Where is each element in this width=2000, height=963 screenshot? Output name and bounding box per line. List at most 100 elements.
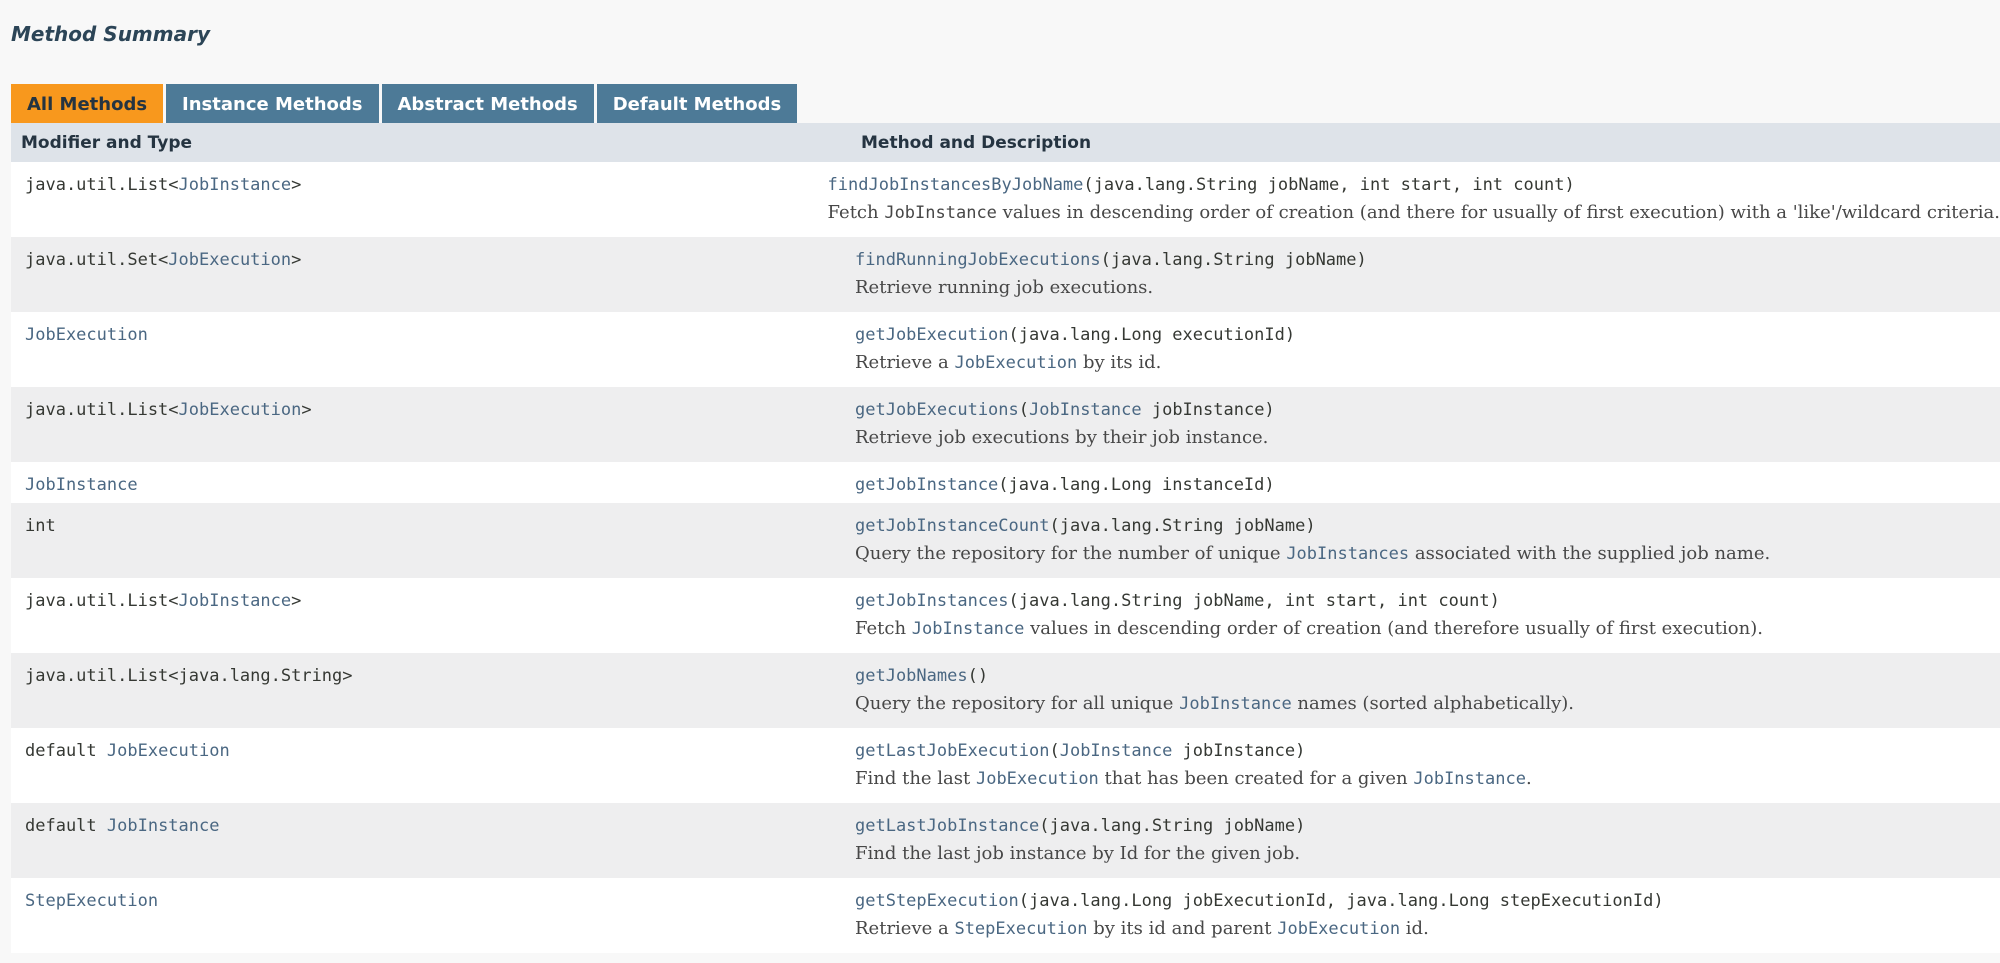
table-row: default JobExecution getLastJobExecution(… [11, 728, 2000, 803]
link-sig[interactable]: findRunningJobExecutions [855, 250, 1101, 270]
link-type[interactable]: JobExecution [25, 325, 148, 345]
sig-text: () [967, 666, 989, 686]
link-sig[interactable]: JobInstance [1029, 400, 1142, 420]
desc-text: Retrieve job executions by their job ins… [855, 427, 1269, 448]
sig-text: (java.lang.String jobName) [1049, 516, 1316, 536]
method-summary-table: Modifier and Type Method and Description… [11, 123, 2000, 953]
method-signature: getJobInstanceCount(java.lang.String job… [855, 516, 2000, 536]
link-type[interactable]: JobInstance [179, 175, 292, 195]
link-desc[interactable]: JobExecution [976, 769, 1099, 789]
link-type[interactable]: StepExecution [25, 891, 158, 911]
desc-text: associated with the supplied job name. [1409, 543, 1771, 564]
link-type[interactable]: JobInstance [25, 475, 138, 495]
table-row: JobInstance getJobInstance(java.lang.Long… [11, 462, 2000, 503]
method-description-cell: getJobExecutions(JobInstance jobInstance… [851, 387, 2000, 462]
link-sig[interactable]: getJobNames [855, 666, 968, 686]
modifier-type-cell: java.util.List<JobExecution> [11, 387, 851, 462]
type-text: java.util.Set< [25, 250, 169, 270]
desc-text: Fetch [827, 202, 885, 223]
method-description: Retrieve job executions by their job ins… [855, 427, 2000, 448]
link-desc[interactable]: JobInstance [912, 619, 1025, 639]
link-sig[interactable]: getLastJobInstance [855, 816, 1039, 836]
link-desc[interactable]: JobInstance [1179, 694, 1292, 714]
modifier-type-cell: java.util.List<JobInstance> [11, 578, 851, 653]
method-description-cell: getLastJobInstance(java.lang.String jobN… [851, 803, 2000, 878]
method-signature: findRunningJobExecutions(java.lang.Strin… [855, 250, 2000, 270]
type-text: > [291, 250, 302, 270]
tab-abstract-methods[interactable]: Abstract Methods [381, 84, 594, 123]
link-sig[interactable]: findJobInstancesByJobName [828, 175, 1084, 195]
method-signature: getJobExecutions(JobInstance jobInstance… [855, 400, 2000, 420]
link-sig[interactable]: getLastJobExecution [855, 741, 1049, 761]
link-sig[interactable]: getStepExecution [855, 891, 1019, 911]
method-description-cell: getLastJobExecution(JobInstance jobInsta… [851, 728, 2000, 803]
tab-all-methods[interactable]: All Methods [11, 84, 164, 123]
link-desc[interactable]: JobInstances [1286, 544, 1409, 564]
link-sig[interactable]: getJobInstance [855, 475, 998, 495]
table-row: default JobInstance getLastJobInstance(ja… [11, 803, 2000, 878]
method-description-cell: getJobInstances(java.lang.String jobName… [851, 578, 2000, 653]
type-text: > [291, 591, 302, 611]
method-signature: getJobInstances(java.lang.String jobName… [855, 591, 2000, 611]
method-signature: getStepExecution(java.lang.Long jobExecu… [855, 891, 2000, 911]
table-row: java.util.Set<JobExecution> findRunningJo… [11, 237, 2000, 312]
link-desc[interactable]: JobExecution [1277, 919, 1400, 939]
desc-text: Fetch [855, 618, 912, 639]
method-description-cell: findJobInstancesByJobName(java.lang.Stri… [824, 162, 2000, 237]
modifier-type-cell: java.util.List<java.lang.String> [11, 653, 851, 728]
table-row: java.util.List<java.lang.String> getJobNa… [11, 653, 2000, 728]
section-heading: Method Summary [11, 22, 211, 46]
method-description-cell: findRunningJobExecutions(java.lang.Strin… [851, 237, 2000, 312]
table-row: int getJobInstanceCount(java.lang.String … [11, 503, 2000, 578]
link-type[interactable]: JobExecution [168, 250, 291, 270]
link-type[interactable]: JobInstance [179, 591, 292, 611]
type-text: default [25, 741, 107, 761]
desc-text: Query the repository for the number of u… [855, 543, 1287, 564]
table-row: JobExecution getJobExecution(java.lang.Lo… [11, 312, 2000, 387]
desc-text: values in descending order of creation (… [1024, 618, 1763, 639]
sig-text: ( [1049, 741, 1060, 761]
method-description: Fetch JobInstance values in descending o… [855, 618, 2000, 639]
desc-text: Retrieve a [855, 918, 955, 939]
type-text: > [301, 400, 312, 420]
link-type[interactable]: JobExecution [107, 741, 230, 761]
link-desc[interactable]: JobInstance [1413, 769, 1526, 789]
method-description: Find the last job instance by Id for the… [855, 843, 2000, 864]
desc-text: that has been created for a given [1098, 768, 1414, 789]
sig-text: jobInstance) [1141, 400, 1275, 420]
desc-text: values in descending order of creation (… [996, 202, 2000, 223]
method-signature: getJobExecution(java.lang.Long execution… [855, 325, 2000, 345]
method-description: Retrieve running job executions. [855, 277, 2000, 298]
table-row: java.util.List<JobInstance> getJobInstanc… [11, 578, 2000, 653]
table-row: StepExecution getStepExecution(java.lang.… [11, 878, 2000, 953]
link-type[interactable]: JobExecution [179, 400, 302, 420]
modifier-type-cell: default JobInstance [11, 803, 851, 878]
link-sig[interactable]: getJobInstanceCount [855, 516, 1049, 536]
method-description-cell: getStepExecution(java.lang.Long jobExecu… [851, 878, 2000, 953]
table-body: java.util.List<JobInstance> findJobInstan… [11, 162, 2000, 953]
method-description: Retrieve a JobExecution by its id. [855, 352, 2000, 373]
link-type[interactable]: JobInstance [107, 816, 220, 836]
modifier-type-cell: StepExecution [11, 878, 851, 953]
method-description: Fetch JobInstance values in descending o… [828, 202, 2000, 223]
method-signature: findJobInstancesByJobName(java.lang.Stri… [828, 175, 2000, 195]
sig-text: (java.lang.String jobName) [1100, 250, 1367, 270]
tab-instance-methods[interactable]: Instance Methods [166, 84, 379, 123]
type-text: java.util.List< [25, 400, 179, 420]
method-summary-page: Method Summary All Methods Instance Meth… [0, 0, 2000, 963]
method-description-cell: getJobNames() Query the repository for al… [851, 653, 2000, 728]
desc-text: Retrieve a [855, 352, 955, 373]
modifier-type-cell: default JobExecution [11, 728, 851, 803]
sig-text: ( [1018, 400, 1030, 420]
tab-default-methods[interactable]: Default Methods [596, 84, 798, 123]
link-sig[interactable]: getJobExecutions [855, 400, 1019, 420]
link-desc[interactable]: StepExecution [954, 919, 1087, 939]
sig-text: jobInstance) [1172, 741, 1306, 761]
link-sig[interactable]: JobInstance [1060, 741, 1173, 761]
sig-text: (java.lang.String jobName) [1039, 816, 1306, 836]
link-sig[interactable]: getJobInstances [855, 591, 1009, 611]
method-description: Retrieve a StepExecution by its id and p… [855, 918, 2000, 939]
link-desc[interactable]: JobExecution [954, 353, 1077, 373]
link-sig[interactable]: getJobExecution [855, 325, 1009, 345]
sig-text: (java.lang.String jobName, int start, in… [1083, 175, 1575, 195]
